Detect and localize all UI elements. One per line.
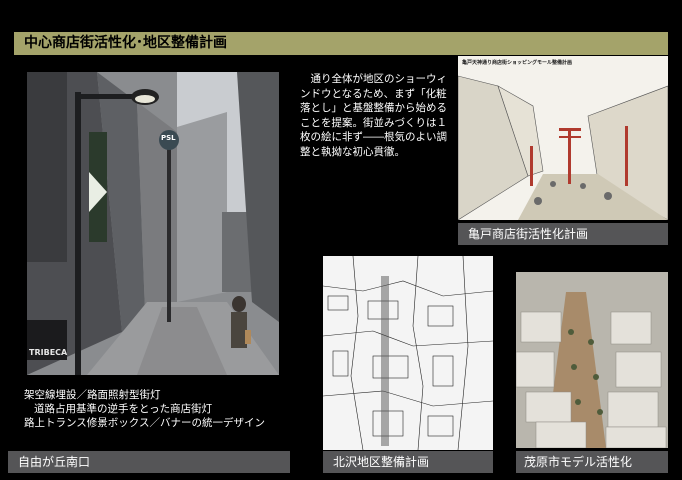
page-title: 中心商店街活性化･地区整備計画	[14, 32, 668, 55]
kitazawa-map	[323, 256, 493, 450]
caption-mobara: 茂原市モデル活性化	[516, 451, 668, 473]
desc-line-3: 路上トランス修景ボックス／バナーの統一デザイン	[24, 417, 265, 429]
desc-line-1: 架空線埋設／路面照射型街灯	[24, 389, 161, 401]
shop-sign: TRIBECA	[29, 348, 68, 357]
caption-kameido: 亀戸商店街活性化計画	[458, 223, 668, 245]
caption-jiyugaoka: 自由が丘南口	[8, 451, 290, 473]
mobara-model	[516, 272, 668, 448]
logo-sign: PSL	[161, 134, 176, 142]
caption-kitazawa: 北沢地区整備計画	[323, 451, 493, 473]
kameido-sketch: 亀戸天神通り商店街ショッピングモール整備計画	[458, 56, 668, 220]
street-description: 架空線埋設／路面照射型街灯 道路占用基準の逆手をとった商店街灯 路上トランス修景…	[24, 388, 265, 430]
intro-paragraph: 通り全体が地区のショーウィンドウとなるため、まず「化粧落とし」と基盤整備から始め…	[300, 73, 447, 158]
sketch-title: 亀戸天神通り商店街ショッピングモール整備計画	[462, 60, 573, 66]
desc-line-2: 道路占用基準の逆手をとった商店街灯	[34, 403, 213, 415]
street-photo: TRIBECA PSL	[27, 72, 279, 375]
